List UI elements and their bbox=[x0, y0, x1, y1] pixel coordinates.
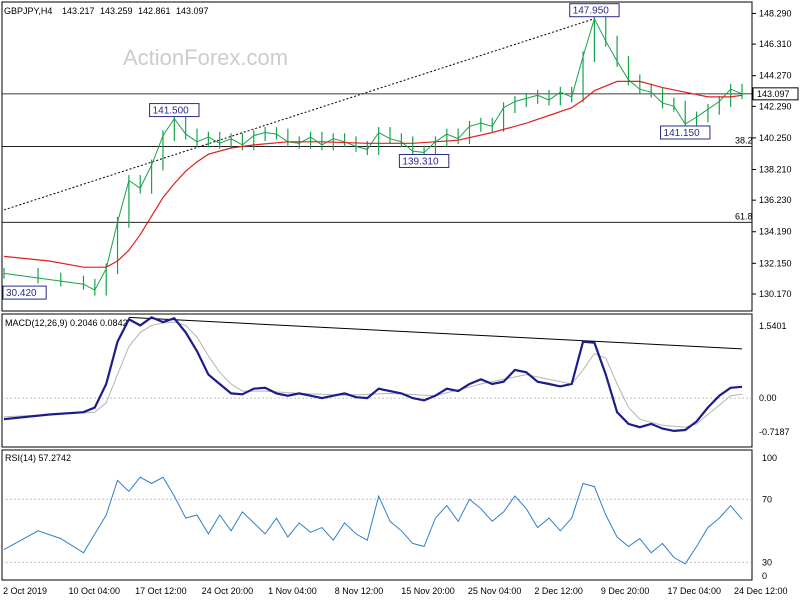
rsi-tick-label: 70 bbox=[762, 494, 772, 504]
macd-title: MACD(12,26,9) 0.2046 0.0842 bbox=[5, 318, 128, 328]
price-tick-label: 142.290 bbox=[759, 101, 792, 111]
ohlc-high: 143.259 bbox=[100, 6, 133, 16]
rsi-tick-label: 0 bbox=[762, 571, 767, 581]
macd-tick-label: -0.7187 bbox=[759, 427, 790, 437]
time-tick-label: 15 Nov 20:00 bbox=[401, 586, 455, 596]
price-tick-label: 146.310 bbox=[759, 39, 792, 49]
fib-level-label: 38.2 bbox=[735, 135, 753, 145]
time-tick-label: 17 Oct 12:00 bbox=[135, 586, 187, 596]
time-tick-label: 24 Dec 12:00 bbox=[734, 586, 788, 596]
rsi-tick-label: 30 bbox=[762, 557, 772, 567]
time-tick-label: 10 Oct 04:00 bbox=[69, 586, 121, 596]
price-tick-label: 136.230 bbox=[759, 195, 792, 205]
price-tick-label: 138.210 bbox=[759, 165, 792, 175]
macd-tick-label: 1.5401 bbox=[759, 321, 787, 331]
fib-level-label: 61.8 bbox=[735, 211, 753, 221]
time-tick-label: 17 Dec 04:00 bbox=[667, 586, 721, 596]
time-tick-label: 1 Nov 04:00 bbox=[268, 586, 317, 596]
price-tick-label: 132.150 bbox=[759, 258, 792, 268]
price-annotation-label: 147.950 bbox=[573, 6, 610, 17]
background bbox=[0, 0, 800, 600]
ohlc-low: 142.861 bbox=[138, 6, 171, 16]
time-tick-label: 24 Oct 20:00 bbox=[202, 586, 254, 596]
price-annotation-label: 30.420 bbox=[6, 288, 37, 299]
price-tick-label: 144.270 bbox=[759, 71, 792, 81]
watermark: ActionForex.com bbox=[123, 45, 288, 70]
price-tick-label: 130.170 bbox=[759, 289, 792, 299]
price-tick-label: 140.250 bbox=[759, 133, 792, 143]
time-tick-label: 8 Nov 12:00 bbox=[335, 586, 384, 596]
price-annotation-label: 139.310 bbox=[402, 156, 439, 167]
price-annotation-label: 141.500 bbox=[153, 106, 190, 117]
time-tick-label: 25 Nov 04:00 bbox=[468, 586, 522, 596]
symbol-label: GBPJPY,H4 bbox=[4, 6, 52, 16]
ohlc-open: 143.217 bbox=[62, 6, 95, 16]
current-price-label: 143.097 bbox=[757, 89, 790, 99]
time-tick-label: 2 Oct 2019 bbox=[3, 586, 47, 596]
price-tick-label: 148.290 bbox=[759, 8, 792, 18]
price-tick-label: 134.190 bbox=[759, 227, 792, 237]
gbpjpy-chart: ActionForex.com GBPJPY,H4 143.217 143.25… bbox=[0, 0, 800, 600]
price-annotation-label: 141.150 bbox=[664, 128, 701, 139]
macd-tick-label: 0.00 bbox=[759, 393, 777, 403]
time-tick-label: 2 Dec 12:00 bbox=[534, 586, 583, 596]
time-tick-label: 9 Dec 20:00 bbox=[601, 586, 650, 596]
ohlc-close: 143.097 bbox=[176, 6, 209, 16]
rsi-title: RSI(14) 57.2742 bbox=[5, 453, 71, 463]
rsi-tick-label: 100 bbox=[762, 453, 777, 463]
symbol-header: GBPJPY,H4 143.217 143.259 142.861 143.09… bbox=[4, 6, 209, 16]
chart-canvas: ActionForex.com GBPJPY,H4 143.217 143.25… bbox=[0, 0, 800, 600]
